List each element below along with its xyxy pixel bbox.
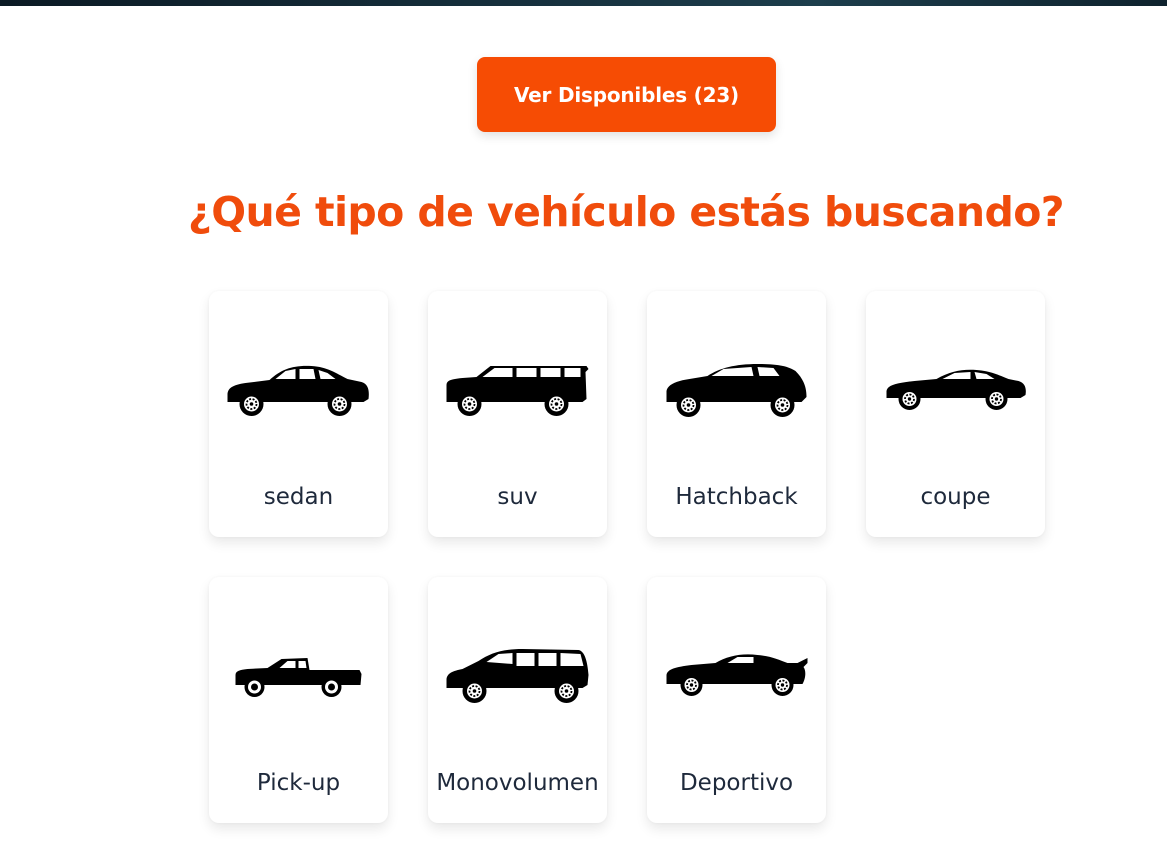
vehicle-card-sedan[interactable]: sedan bbox=[209, 291, 388, 537]
vehicle-card-label: Monovolumen bbox=[436, 770, 599, 796]
vehicle-card-label: suv bbox=[497, 484, 538, 510]
minivan-icon bbox=[442, 641, 593, 711]
vehicle-type-grid: sedan suv Hatchback coupe Pick-up Monovo… bbox=[209, 291, 1045, 823]
hero-banner-edge bbox=[0, 0, 1167, 6]
vehicle-card-label: Deportivo bbox=[679, 770, 794, 796]
sports-car-icon bbox=[661, 641, 812, 711]
vehicle-card-label: Pick-up bbox=[256, 770, 341, 796]
vehicle-card-sports[interactable]: Deportivo bbox=[647, 577, 826, 823]
suv-icon bbox=[442, 355, 593, 425]
sedan-icon bbox=[223, 355, 374, 425]
vehicle-card-minivan[interactable]: Monovolumen bbox=[428, 577, 607, 823]
page-title: ¿Qué tipo de vehículo estás buscando? bbox=[188, 188, 1065, 236]
coupe-icon bbox=[880, 355, 1031, 425]
vehicle-card-label: Hatchback bbox=[675, 484, 798, 510]
vehicle-card-suv[interactable]: suv bbox=[428, 291, 607, 537]
pickup-icon bbox=[223, 641, 374, 711]
view-available-button[interactable]: Ver Disponibles (23) bbox=[477, 57, 776, 132]
vehicle-card-label: sedan bbox=[263, 484, 334, 510]
vehicle-card-coupe[interactable]: coupe bbox=[866, 291, 1045, 537]
hatchback-icon bbox=[661, 355, 812, 425]
vehicle-card-label: coupe bbox=[920, 484, 991, 510]
vehicle-card-hatchback[interactable]: Hatchback bbox=[647, 291, 826, 537]
vehicle-card-pickup[interactable]: Pick-up bbox=[209, 577, 388, 823]
